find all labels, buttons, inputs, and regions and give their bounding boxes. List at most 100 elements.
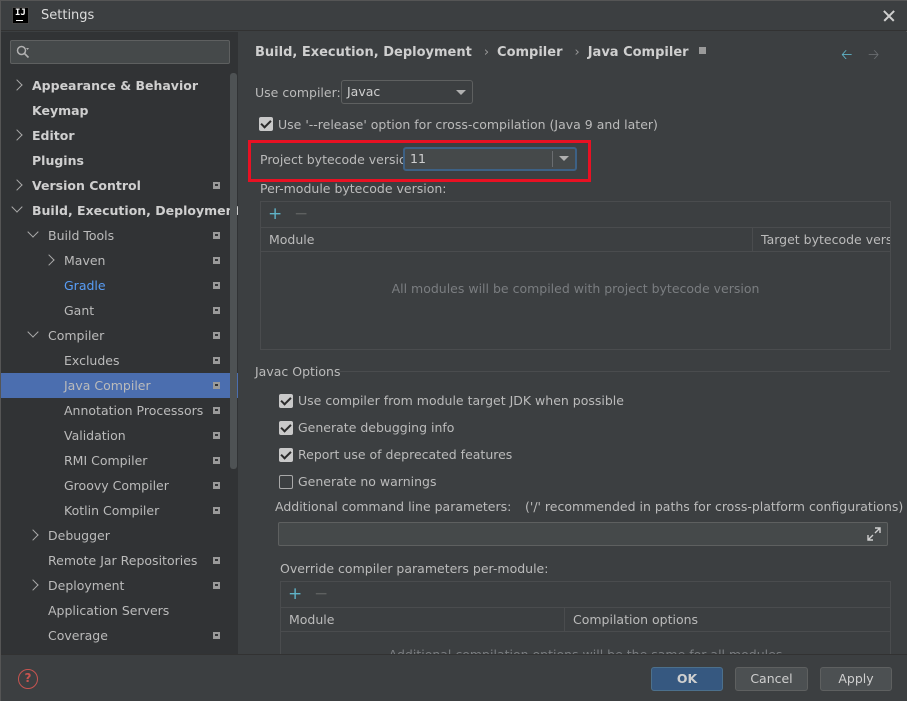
sidebar-item-keymap[interactable]: Keymap [1, 98, 238, 123]
chevron-right-icon[interactable] [11, 79, 23, 91]
project-scope-icon [213, 432, 220, 439]
project-scope-icon [213, 232, 220, 239]
add-icon[interactable]: + [268, 204, 282, 224]
javac-option-label: Generate no warnings [298, 474, 437, 489]
bytecode-version-select[interactable]: 11 [403, 147, 577, 171]
release-option-label: Use '--release' option for cross-compila… [278, 117, 658, 132]
sidebar-item-label: Debugger [48, 528, 110, 543]
sidebar-item-maven[interactable]: Maven [1, 248, 238, 273]
column-module[interactable]: Module [281, 608, 564, 632]
dialog-footer: ? OK Cancel Apply [1, 654, 907, 701]
sidebar-item-label: Excludes [64, 353, 120, 368]
javac-option-checkbox[interactable] [279, 475, 293, 489]
sidebar-item-label: Maven [64, 253, 106, 268]
chevron-right-icon[interactable] [43, 254, 55, 266]
sidebar-item-version-control[interactable]: Version Control [1, 173, 238, 198]
javac-option-checkbox[interactable] [279, 421, 293, 435]
sidebar-item-editor[interactable]: Editor [1, 123, 238, 148]
sidebar-item-plugins[interactable]: Plugins [1, 148, 238, 173]
sidebar-item-build-tools[interactable]: Build Tools [1, 223, 238, 248]
chevron-down-icon[interactable] [27, 226, 39, 238]
chevron-down-icon[interactable] [11, 201, 23, 213]
ok-button[interactable]: OK [651, 667, 723, 691]
additional-params-input[interactable] [278, 522, 888, 546]
sidebar-item-kotlin-compiler[interactable]: Kotlin Compiler [1, 498, 238, 523]
expand-icon[interactable] [867, 527, 881, 541]
sidebar-item-compiler[interactable]: Compiler [1, 323, 238, 348]
sidebar-item-java-compiler[interactable]: Java Compiler [1, 373, 238, 398]
bytecode-version-value: 11 [410, 151, 426, 166]
chevron-down-icon[interactable] [27, 326, 39, 338]
chevron-right-icon[interactable] [11, 129, 23, 141]
sidebar-item-gant[interactable]: Gant [1, 298, 238, 323]
column-target-bytecode[interactable]: Target bytecode vers... [752, 228, 890, 252]
cancel-button[interactable]: Cancel [735, 667, 808, 691]
sidebar-item-appearance-behavior[interactable]: Appearance & Behavior [1, 73, 238, 98]
back-arrow-icon[interactable]: 🡠 [841, 44, 852, 68]
sidebar-item-excludes[interactable]: Excludes [1, 348, 238, 373]
javac-option-checkbox[interactable] [279, 394, 293, 408]
search-input[interactable] [10, 40, 230, 64]
per-module-label: Per-module bytecode version: [260, 181, 447, 196]
chevron-right-icon[interactable] [11, 179, 23, 191]
sidebar-item-deployment[interactable]: Deployment [1, 573, 238, 598]
sidebar-item-label: Remote Jar Repositories [48, 553, 198, 568]
javac-option-label: Report use of deprecated features [298, 447, 513, 462]
help-icon[interactable]: ? [18, 669, 38, 689]
chevron-right-icon[interactable] [27, 579, 39, 591]
sidebar-item-gradle[interactable]: Gradle [1, 273, 238, 298]
table-header: Module Compilation options [281, 608, 890, 632]
forward-arrow-icon[interactable]: 🡢 [868, 44, 879, 68]
sidebar-item-label: Appearance & Behavior [32, 78, 198, 93]
sidebar-item-coverage[interactable]: Coverage [1, 623, 238, 648]
table-toolbar: + − [261, 202, 890, 228]
sidebar-item-build-execution-deployment[interactable]: Build, Execution, Deployment [1, 198, 238, 223]
breadcrumb-item: Compiler [497, 45, 563, 60]
sidebar-item-groovy-compiler[interactable]: Groovy Compiler [1, 473, 238, 498]
chevron-right-icon[interactable] [27, 529, 39, 541]
project-scope-icon [213, 407, 220, 414]
settings-tree: Appearance & Behavior Keymap Editor Plugins… [1, 73, 238, 648]
breadcrumb: Build, Execution, Deployment › Compiler › Ja… [255, 45, 706, 60]
breadcrumb-item: Java Compiler [587, 45, 689, 60]
sidebar-item-label: Kotlin Compiler [64, 503, 160, 518]
release-option-checkbox[interactable] [259, 117, 273, 131]
remove-icon[interactable]: − [314, 584, 328, 604]
project-scope-icon [213, 582, 220, 589]
project-scope-icon [213, 632, 220, 639]
javac-option-label: Use compiler from module target JDK when… [298, 393, 624, 408]
column-compilation-options[interactable]: Compilation options [564, 608, 890, 632]
chevron-right-icon: › [574, 45, 580, 60]
close-icon[interactable] [878, 5, 900, 27]
sidebar-item-label: Deployment [48, 578, 125, 593]
additional-params-hint: ('/' recommended in paths for cross-plat… [525, 499, 904, 514]
javac-options-title: Javac Options [255, 364, 341, 379]
sidebar-item-debugger[interactable]: Debugger [1, 523, 238, 548]
sidebar-item-application-servers[interactable]: Application Servers [1, 598, 238, 623]
project-scope-icon [213, 182, 220, 189]
breadcrumb-item: Build, Execution, Deployment [255, 45, 472, 60]
sidebar-item-label: Application Servers [48, 603, 170, 618]
compiler-select-value: Javac [347, 84, 381, 99]
sidebar-item-validation[interactable]: Validation [1, 423, 238, 448]
project-scope-icon [213, 507, 220, 514]
apply-button[interactable]: Apply [820, 667, 892, 691]
sidebar-item-label: Build Tools [48, 228, 115, 243]
override-label: Override compiler parameters per-module: [280, 561, 549, 576]
project-scope-icon [213, 332, 220, 339]
sidebar-item-annotation-processors[interactable]: Annotation Processors [1, 398, 238, 423]
table-header: Module Target bytecode vers... [261, 228, 890, 252]
project-scope-icon [213, 382, 220, 389]
sidebar-item-label: Compiler [48, 328, 105, 343]
search-icon [16, 45, 30, 59]
add-icon[interactable]: + [288, 584, 302, 604]
sidebar-item-remote-jar-repositories[interactable]: Remote Jar Repositories [1, 548, 238, 573]
javac-option-checkbox[interactable] [279, 448, 293, 462]
sidebar-scrollbar[interactable] [230, 73, 237, 469]
empty-table-text: All modules will be compiled with projec… [391, 281, 760, 296]
sidebar-item-rmi-compiler[interactable]: RMI Compiler [1, 448, 238, 473]
compiler-select[interactable]: Javac [341, 80, 473, 104]
project-scope-icon [213, 257, 220, 264]
column-module[interactable]: Module [261, 228, 752, 252]
remove-icon[interactable]: − [294, 204, 308, 224]
